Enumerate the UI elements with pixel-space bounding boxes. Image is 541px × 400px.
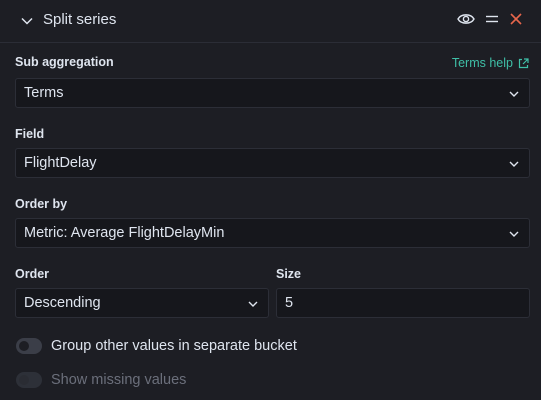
order-by-value: Metric: Average FlightDelayMin	[24, 225, 225, 241]
group-other-toggle-row[interactable]: Group other values in separate bucket	[16, 338, 297, 354]
field-value: FlightDelay	[24, 155, 97, 171]
field-select[interactable]: FlightDelay	[15, 148, 530, 178]
collapse-chevron-icon[interactable]	[20, 14, 34, 28]
show-missing-label: Show missing values	[51, 372, 187, 388]
chevron-down-icon	[248, 301, 258, 307]
chevron-down-icon	[509, 161, 519, 167]
terms-help-link[interactable]: Terms help	[452, 56, 529, 70]
eye-icon[interactable]	[457, 12, 475, 26]
size-label: Size	[276, 267, 302, 281]
switch-knob	[19, 375, 29, 385]
field-label: Field	[15, 127, 45, 141]
terms-help-text: Terms help	[451, 56, 513, 70]
chevron-down-icon	[509, 231, 519, 237]
sub-aggregation-label: Sub aggregation	[15, 55, 114, 69]
header-actions	[457, 12, 523, 26]
external-link-icon	[518, 57, 529, 68]
order-value: Descending	[24, 295, 101, 311]
order-by-label: Order by	[15, 197, 68, 211]
switch-knob	[19, 341, 29, 351]
order-select[interactable]: Descending	[15, 288, 269, 318]
panel-header: Split series	[0, 0, 541, 43]
order-by-select[interactable]: Metric: Average FlightDelayMin	[15, 218, 530, 248]
group-other-switch[interactable]	[16, 338, 42, 354]
show-missing-toggle-row: Show missing values	[16, 372, 186, 388]
sub-aggregation-value: Terms	[24, 85, 64, 101]
show-missing-switch	[16, 372, 42, 388]
size-input[interactable]: 5	[276, 288, 530, 318]
order-label: Order	[15, 267, 50, 281]
close-icon[interactable]	[509, 12, 523, 26]
sub-aggregation-select[interactable]: Terms	[15, 78, 530, 108]
chevron-down-icon	[509, 91, 519, 97]
drag-handle-icon[interactable]	[485, 12, 499, 26]
group-other-label: Group other values in separate bucket	[51, 338, 297, 354]
size-value: 5	[285, 295, 294, 311]
panel-title: Split series	[43, 11, 117, 28]
